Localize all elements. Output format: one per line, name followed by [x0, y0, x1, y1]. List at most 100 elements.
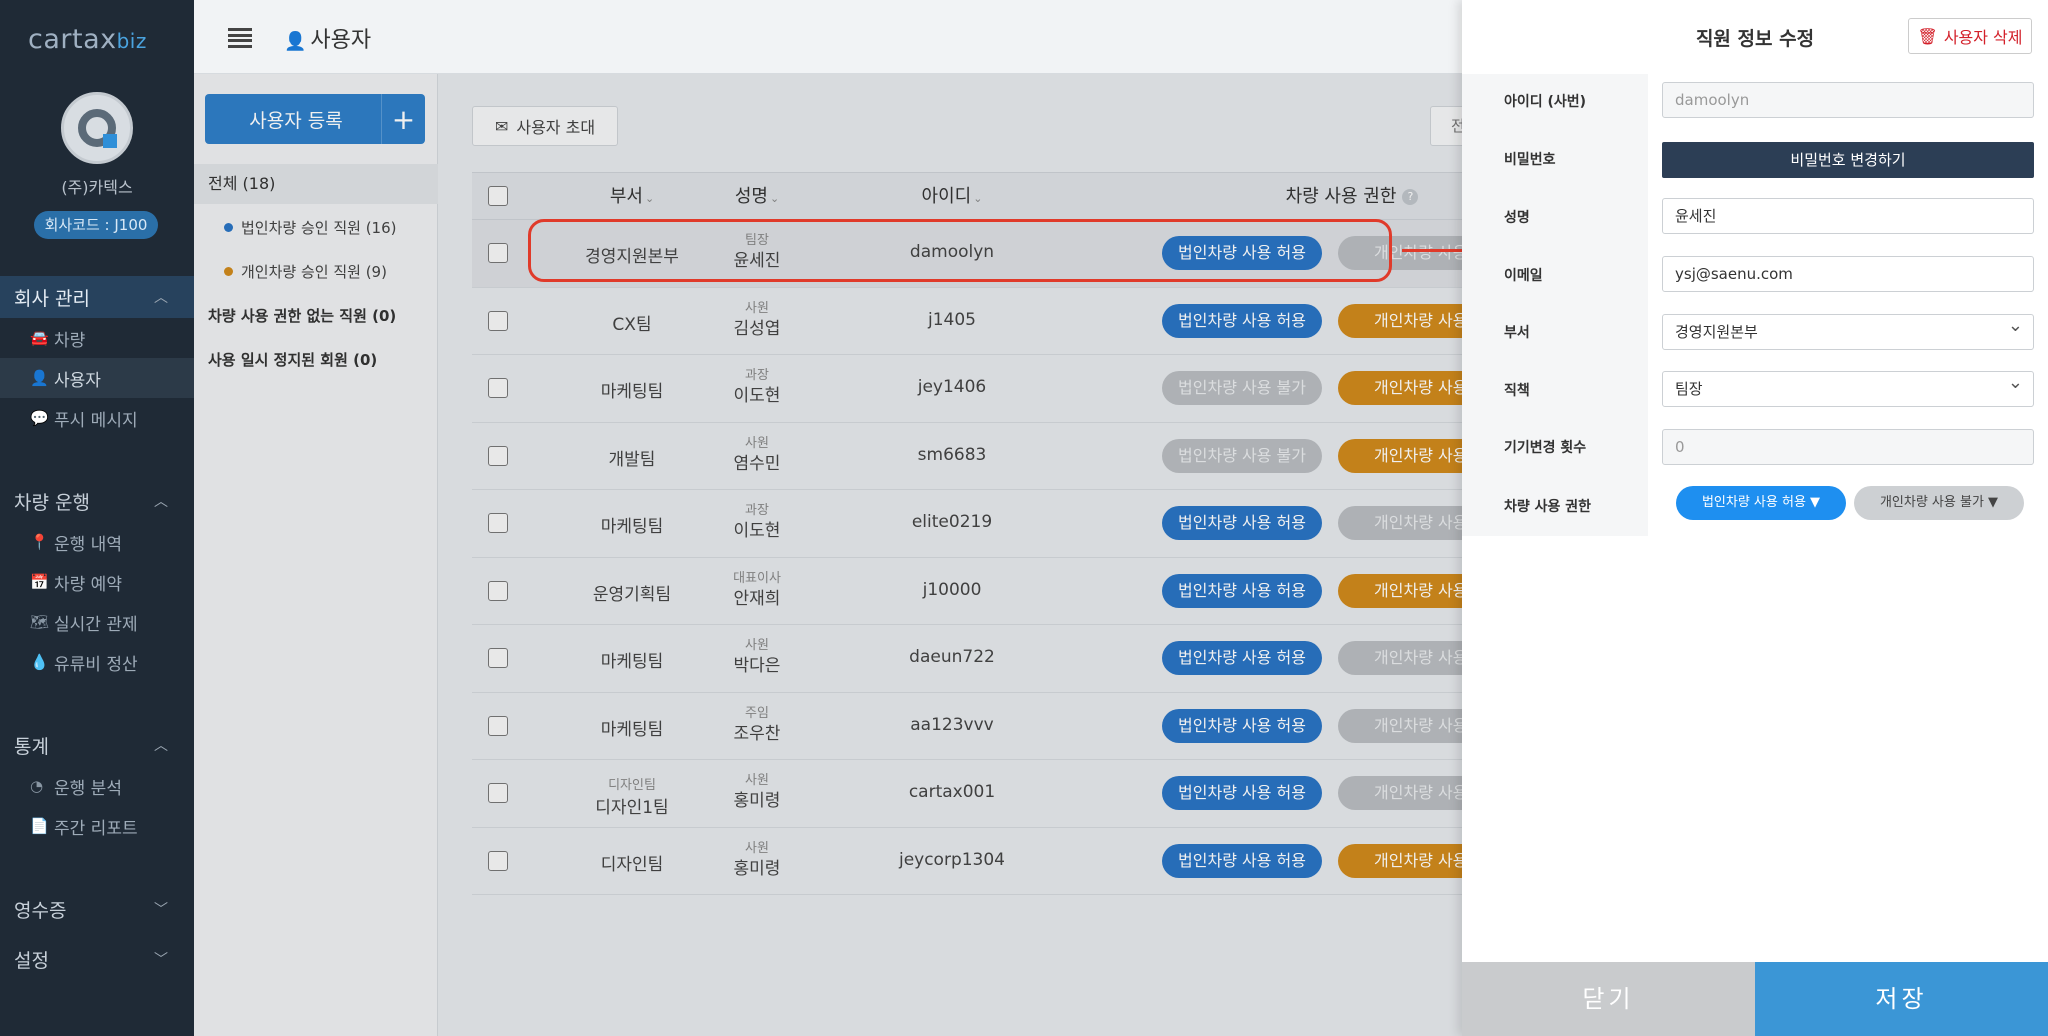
page-title: 👤 사용자 [284, 28, 372, 53]
cell-position: 사원 [745, 773, 769, 788]
company-avatar [61, 92, 133, 164]
cell-name: 사원 김성엽 [697, 300, 817, 340]
row-checkbox[interactable] [488, 310, 508, 331]
cell-user-id: cartax001 [908, 782, 996, 802]
menu-item-analysis[interactable]: ◔ 운행 분석 [0, 766, 194, 806]
header-id[interactable]: 아이디 ⌄ [872, 173, 1032, 221]
cell-person-name: 홍미령 [733, 791, 781, 811]
menu-item-push[interactable]: 💬 푸시 메시지 [0, 398, 194, 438]
select-all-checkbox[interactable] [488, 186, 508, 206]
chat-icon: 💬 [30, 409, 49, 427]
corp-permission-badge[interactable]: 법인차량 사용 허용 [1162, 641, 1322, 675]
row-checkbox[interactable] [488, 378, 508, 398]
menu-item-weekly[interactable]: 📄 주간 리포트 [0, 806, 194, 846]
cell-user-id: j1405 [928, 309, 976, 330]
label-title: 직책 [1504, 383, 1530, 399]
table-row[interactable]: 개발팀 사원 염수민 sm6683 법인차량 사용 불가 개인차량 사용 허용 [472, 422, 1572, 490]
calendar-icon: 📅 [30, 573, 49, 591]
map-icon: 🗺 [30, 613, 50, 631]
corp-permission-badge[interactable]: 법인차량 사용 불가 [1162, 371, 1322, 405]
section-company-mgmt: 회사 관리 ︿ 🚘 차량 👤 사용자 💬 푸시 메시지 [0, 276, 194, 438]
document-icon: 📄 [30, 817, 49, 835]
sidebar: cartaxbiz (주)카텍스 회사코드 : J100 회사 관리 ︿ 🚘 차량 … [0, 0, 194, 1036]
logo[interactable]: cartaxbiz [28, 24, 147, 55]
table-row[interactable]: 마케팅팀 과장 이도현 elite0219 법인차량 사용 허용 개인차량 사용 불가 [472, 490, 1572, 558]
corp-permission-badge[interactable]: 법인차량 사용 허용 [1162, 708, 1322, 743]
menu-item-users[interactable]: 👤 사용자 [0, 358, 194, 398]
table-row[interactable]: 마케팅팀 주임 조우찬 aa123vvv 법인차량 사용 허용 개인차량 사용 불가 [472, 692, 1572, 760]
menu-item-reservation[interactable]: 📅 차량 예약 [0, 562, 194, 602]
table-row[interactable]: 운영기획팀 대표이사 안재희 j10000 법인차량 사용 허용 개인차량 사용 허용 [472, 557, 1572, 625]
corp-permission-badge[interactable]: 법인차량 사용 허용 [1162, 776, 1322, 810]
menu-item-vehicle[interactable]: 🚘 차량 [0, 318, 194, 358]
menu-item-fuel[interactable]: 💧 유류비 정산 [0, 642, 194, 682]
help-icon[interactable]: ? [1402, 189, 1419, 205]
delete-user-button[interactable]: 🗑 사용자 삭제 [1908, 18, 2032, 54]
chevron-down-icon: ﹀ [154, 902, 168, 918]
corp-permission-badge[interactable]: 법인차량 사용 허용 [1162, 843, 1322, 878]
row-checkbox[interactable] [488, 513, 508, 533]
mail-icon: ✉ [494, 116, 509, 136]
section-head-receipt[interactable]: 영수증 ﹀ [0, 888, 194, 930]
filter-suspended[interactable]: 사용 일시 정지된 회원 (0) [208, 349, 377, 370]
cell-user-id: jeycorp1304 [898, 849, 1006, 870]
table-row[interactable]: 디자인팀 사원 홍미령 jeycorp1304 법인차량 사용 허용 개인차량 사용 허용 [472, 827, 1572, 895]
row-checkbox[interactable] [488, 243, 508, 263]
cell-name: 사원 박다은 [697, 637, 817, 677]
cell-name: 사원 홍미령 [697, 840, 817, 880]
filter-corp-approved[interactable]: 법인차량 승인 직원 (16) [224, 217, 397, 238]
table-row[interactable]: 마케팅팀 사원 박다은 daeun722 법인차량 사용 허용 개인차량 사용 불가 [472, 625, 1572, 693]
title-select[interactable]: 팀장 [1662, 366, 2034, 407]
dept-select[interactable]: 경영지원본부 [1662, 309, 2034, 350]
hamburger-menu-icon[interactable] [228, 28, 252, 48]
section-head-stats[interactable]: 통계 ︿ [0, 724, 194, 766]
cell-person-name: 안재희 [733, 588, 781, 609]
personal-permission-dropdown[interactable]: 개인차량 사용 불가 ▼ [1854, 486, 2024, 520]
label-name: 성명 [1504, 210, 1530, 226]
row-checkbox[interactable] [488, 783, 508, 803]
register-user-button[interactable]: 사용자 등록 + [205, 94, 425, 144]
label-email: 이메일 [1504, 268, 1543, 284]
section-receipt: 영수증 ﹀ [0, 888, 194, 930]
save-button[interactable]: 저장 [1755, 962, 2048, 1036]
corp-permission-badge[interactable]: 법인차량 사용 허용 [1162, 303, 1322, 338]
corp-permission-badge[interactable]: 법인차량 사용 불가 [1162, 438, 1322, 473]
table-row[interactable]: CX팀 사원 김성엽 j1405 법인차량 사용 허용 개인차량 사용 허용 [472, 287, 1572, 355]
row-checkbox[interactable] [488, 648, 508, 668]
trash-icon: 🗑 [1917, 26, 1938, 46]
invite-user-button[interactable]: ✉ 사용자 초대 [472, 106, 618, 146]
change-password-button[interactable]: 비밀번호 변경하기 [1662, 142, 2034, 178]
cell-user-id: jey1406 [917, 377, 987, 397]
filter-all[interactable]: 전체 (18) [194, 164, 438, 204]
edit-user-panel: 직원 정보 수정 🗑 사용자 삭제 아이디 (사번) damoolyn 비밀번호 … [1462, 0, 2048, 1036]
close-button[interactable]: 닫기 [1462, 962, 1755, 1036]
name-field[interactable]: 윤세진 [1662, 198, 2034, 234]
label-device-count: 기기변경 횟수 [1504, 440, 1587, 456]
corp-permission-dropdown[interactable]: 법인차량 사용 허용 ▼ [1676, 486, 1846, 520]
section-head-settings[interactable]: 설정 ﹀ [0, 938, 194, 980]
menu-item-drive-log[interactable]: 📍 운행 내역 [0, 522, 194, 562]
section-head-company[interactable]: 회사 관리 ︿ [0, 276, 194, 318]
filter-personal-approved[interactable]: 개인차량 승인 직원 (9) [224, 261, 387, 282]
corp-permission-badge[interactable]: 법인차량 사용 허용 [1162, 573, 1322, 608]
row-checkbox[interactable] [488, 445, 508, 466]
cell-user-id: elite0219 [911, 512, 993, 532]
row-checkbox[interactable] [488, 850, 508, 871]
table-row[interactable]: 디자인팀 디자인1팀 사원 홍미령 cartax001 법인차량 사용 허용 개인차량 사용… [472, 760, 1572, 828]
row-checkbox[interactable] [488, 580, 508, 601]
row-checkbox[interactable] [488, 715, 508, 736]
header-name[interactable]: 성명 ⌄ [697, 173, 817, 221]
chevron-up-icon: ︿ [154, 738, 168, 754]
plus-icon[interactable]: + [381, 94, 425, 144]
cell-user-id: daeun722 [909, 647, 995, 667]
cell-position: 사원 [745, 435, 769, 451]
cell-position: 사원 [745, 840, 769, 856]
menu-item-realtime[interactable]: 🗺 실시간 관제 [0, 602, 194, 642]
section-head-driving[interactable]: 차량 운행 ︿ [0, 480, 194, 522]
cell-user-id: j10000 [922, 579, 982, 600]
filter-no-permission[interactable]: 차량 사용 권한 없는 직원 (0) [208, 305, 396, 326]
email-field[interactable]: ysj@saenu.com [1662, 256, 2034, 292]
corp-permission-badge[interactable]: 법인차량 사용 허용 [1162, 506, 1322, 540]
table-row[interactable]: 마케팅팀 과장 이도현 jey1406 법인차량 사용 불가 개인차량 사용 허용 [472, 355, 1572, 423]
cell-person-name: 김성엽 [733, 318, 781, 339]
